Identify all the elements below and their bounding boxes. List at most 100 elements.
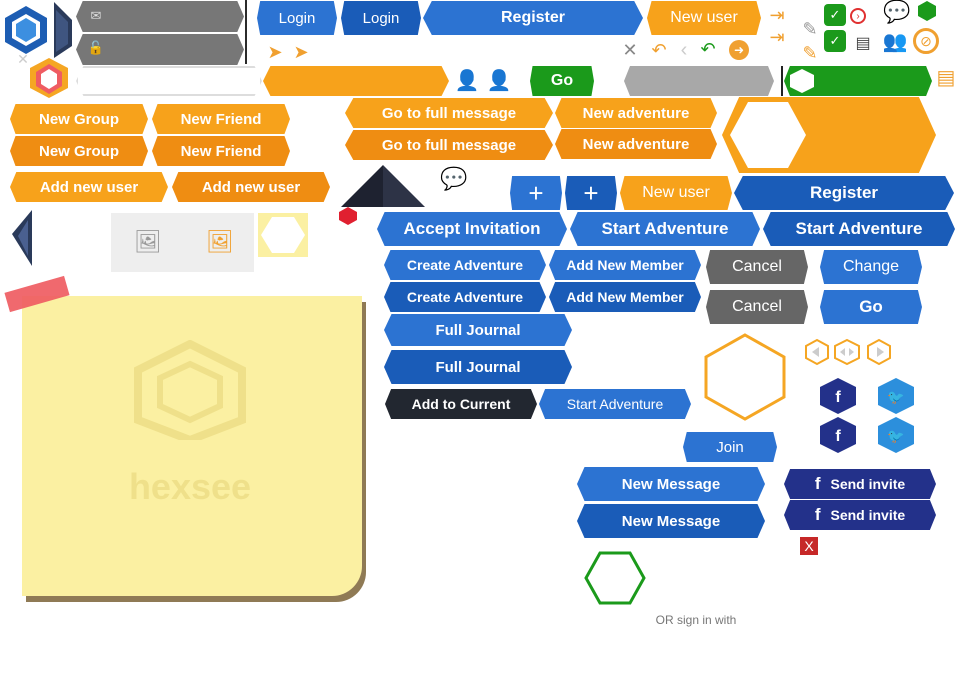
new-friend-button[interactable]: New Friend <box>152 104 290 134</box>
facebook-icon: f <box>814 505 821 524</box>
chevron-left-icon[interactable]: ‹ <box>675 38 693 62</box>
hexagon-outline-icon <box>584 551 646 605</box>
add-new-member-button-alt[interactable]: Add New Member <box>549 282 701 312</box>
send-invite-label: Send invite <box>830 507 906 523</box>
arrow-left-icon[interactable] <box>803 338 831 366</box>
full-journal-button-alt[interactable]: Full Journal <box>384 350 572 384</box>
group-icon[interactable]: 👥 <box>880 28 910 54</box>
svg-text:🐦: 🐦 <box>887 429 904 445</box>
start-adventure-button[interactable]: Start Adventure <box>570 212 760 246</box>
hexagon-icon <box>790 69 814 93</box>
arrow-right-icon[interactable]: ➜ <box>729 40 749 60</box>
checkbox-icon[interactable]: ✓ <box>824 30 846 52</box>
arrow-right-icon[interactable]: › <box>850 8 866 24</box>
send-icon[interactable]: ➤ <box>264 42 286 62</box>
arrows-horizontal-icon[interactable] <box>832 338 862 366</box>
new-message-button-alt[interactable]: New Message <box>577 504 765 538</box>
register-button-alt[interactable]: Register <box>734 176 954 210</box>
add-new-member-button[interactable]: Add New Member <box>549 250 701 280</box>
go-button[interactable]: Go <box>530 66 594 96</box>
login-button[interactable]: Login <box>257 1 337 35</box>
logo-watermark-icon <box>134 340 246 440</box>
chevron-shape-icon <box>54 2 72 58</box>
close-icon[interactable]: ✕ <box>620 40 640 60</box>
accept-invitation-button[interactable]: Accept Invitation <box>377 212 567 246</box>
register-button[interactable]: Register <box>423 1 643 35</box>
svg-text:f: f <box>835 428 841 445</box>
export-icon[interactable]: ⇥ <box>766 26 788 48</box>
hexagon-icon <box>918 1 936 21</box>
new-adventure-button-alt[interactable]: New adventure <box>555 129 717 159</box>
cancel-button-alt[interactable]: Cancel <box>706 290 808 324</box>
add-new-user-button[interactable]: Add new user <box>10 172 168 202</box>
twitter-icon[interactable]: 🐦 <box>874 415 918 455</box>
text-input[interactable] <box>76 66 262 96</box>
add-button-alt[interactable]: + <box>565 176 617 210</box>
facebook-icon[interactable]: f <box>816 376 860 416</box>
compass-icon[interactable]: ⊘ <box>913 28 939 54</box>
facebook-icon[interactable]: f <box>816 415 860 455</box>
new-group-button-alt[interactable]: New Group <box>10 136 148 166</box>
reply-all-icon[interactable]: ↶ <box>695 38 721 60</box>
send-invite-button-alt[interactable]: f Send invite <box>784 500 936 530</box>
login-button-alt[interactable]: Login <box>341 1 421 35</box>
add-new-user-button-alt[interactable]: Add new user <box>172 172 330 202</box>
chevron-shape-icon <box>12 210 32 266</box>
new-friend-button-alt[interactable]: New Friend <box>152 136 290 166</box>
new-group-button[interactable]: New Group <box>10 104 148 134</box>
logo-hexagon-icon <box>5 6 47 54</box>
svg-text:🐦: 🐦 <box>887 390 904 406</box>
hexagon-icon <box>339 207 357 225</box>
send-icon[interactable]: ➤ <box>290 42 312 62</box>
new-user-button[interactable]: New user <box>647 1 761 35</box>
orange-input[interactable] <box>263 66 449 96</box>
create-adventure-button-alt[interactable]: Create Adventure <box>384 282 546 312</box>
reply-icon[interactable]: ↶ <box>646 40 672 60</box>
envelope-icon: ✉ <box>90 8 102 23</box>
start-adventure-button-small[interactable]: Start Adventure <box>539 389 691 419</box>
checkbox-icon[interactable]: ✓ <box>824 4 846 26</box>
divider <box>245 0 247 64</box>
change-button[interactable]: Change <box>820 250 922 284</box>
edit-icon[interactable]: ✎ <box>799 42 821 64</box>
add-button[interactable]: + <box>510 176 562 210</box>
new-user-button-alt[interactable]: New user <box>620 176 732 210</box>
facebook-icon: f <box>814 474 821 493</box>
add-user-icon[interactable]: 👤 <box>452 66 482 94</box>
user-check-icon[interactable]: 👤 <box>484 66 514 94</box>
image-add-icon[interactable]: 🖼 <box>132 228 164 256</box>
close-badge[interactable]: X <box>800 537 818 555</box>
edit-icon[interactable]: ✎ <box>799 18 821 40</box>
triangle-shape-icon <box>341 165 425 207</box>
send-invite-label: Send invite <box>830 476 906 492</box>
export-icon[interactable]: ⇥ <box>766 4 788 26</box>
add-to-current-button[interactable]: Add to Current <box>385 389 537 419</box>
document-icon[interactable]: ▤ <box>934 64 957 90</box>
twitter-icon[interactable]: 🐦 <box>874 376 918 416</box>
plus-icon: + <box>583 177 599 208</box>
hexagon-gradient-icon <box>30 58 68 98</box>
create-adventure-button[interactable]: Create Adventure <box>384 250 546 280</box>
arrow-right-icon[interactable] <box>865 338 893 366</box>
image-add-icon[interactable]: 🖼 <box>204 228 236 256</box>
chat-icon[interactable]: 💬 <box>882 0 912 24</box>
plus-icon: + <box>528 177 544 208</box>
chat-icon[interactable]: 💬 <box>436 164 472 194</box>
start-adventure-button-alt[interactable]: Start Adventure <box>763 212 955 246</box>
go-to-full-message-button-alt[interactable]: Go to full message <box>345 130 553 160</box>
divider <box>781 66 783 96</box>
new-adventure-button[interactable]: New adventure <box>555 98 717 128</box>
hexagon-icon <box>730 102 806 168</box>
svg-text:f: f <box>835 389 841 406</box>
send-invite-button[interactable]: f Send invite <box>784 469 936 499</box>
new-message-button[interactable]: New Message <box>577 467 765 501</box>
cancel-button[interactable]: Cancel <box>706 250 808 284</box>
full-journal-button[interactable]: Full Journal <box>384 314 572 346</box>
logo-watermark-text: hexsee <box>128 466 252 507</box>
go-to-full-message-button[interactable]: Go to full message <box>345 98 553 128</box>
document-icon[interactable]: ▤ <box>852 32 874 54</box>
gray-input[interactable] <box>624 66 774 96</box>
lock-icon: 🔓 <box>87 40 105 55</box>
go-button-blue[interactable]: Go <box>820 290 922 324</box>
join-button[interactable]: Join <box>683 432 777 462</box>
